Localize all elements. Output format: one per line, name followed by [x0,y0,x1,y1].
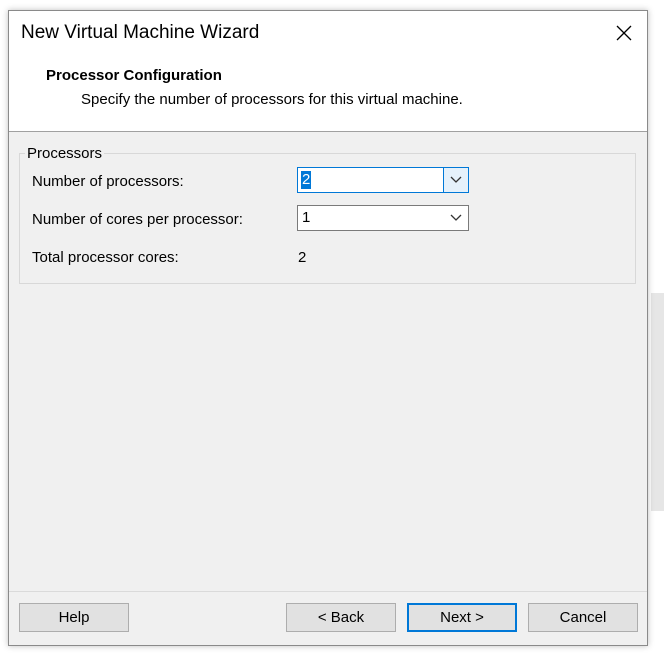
chevron-down-icon [450,214,462,221]
cores-per-processor-dropdown[interactable]: 1 [297,205,469,231]
num-processors-dropdown[interactable]: 2 [297,167,469,193]
wizard-header: Processor Configuration Specify the numb… [9,57,647,132]
num-processors-label: Number of processors: [32,173,184,190]
page-subtitle: Specify the number of processors for thi… [81,91,463,108]
window-title: New Virtual Machine Wizard [21,22,260,43]
wizard-dialog: New Virtual Machine Wizard Processor Con… [8,10,648,646]
cancel-button[interactable]: Cancel [528,603,638,632]
cores-per-processor-label: Number of cores per processor: [32,211,243,228]
next-button[interactable]: Next > [407,603,517,632]
cores-per-processor-dropdown-button[interactable] [444,206,468,230]
background-panel [651,293,664,511]
close-button[interactable] [609,19,639,47]
page-title: Processor Configuration [46,67,222,84]
back-button[interactable]: < Back [286,603,396,632]
help-button[interactable]: Help [19,603,129,632]
num-processors-dropdown-button[interactable] [443,168,468,192]
cores-per-processor-value: 1 [302,209,311,226]
processors-group-label: Processors [25,145,105,162]
num-processors-value: 2 [301,171,312,189]
total-cores-label: Total processor cores: [32,249,179,266]
title-bar: New Virtual Machine Wizard [9,11,647,57]
footer-divider [9,591,647,592]
close-icon [616,25,632,41]
total-cores-value: 2 [298,249,307,266]
chevron-down-icon [450,176,462,183]
